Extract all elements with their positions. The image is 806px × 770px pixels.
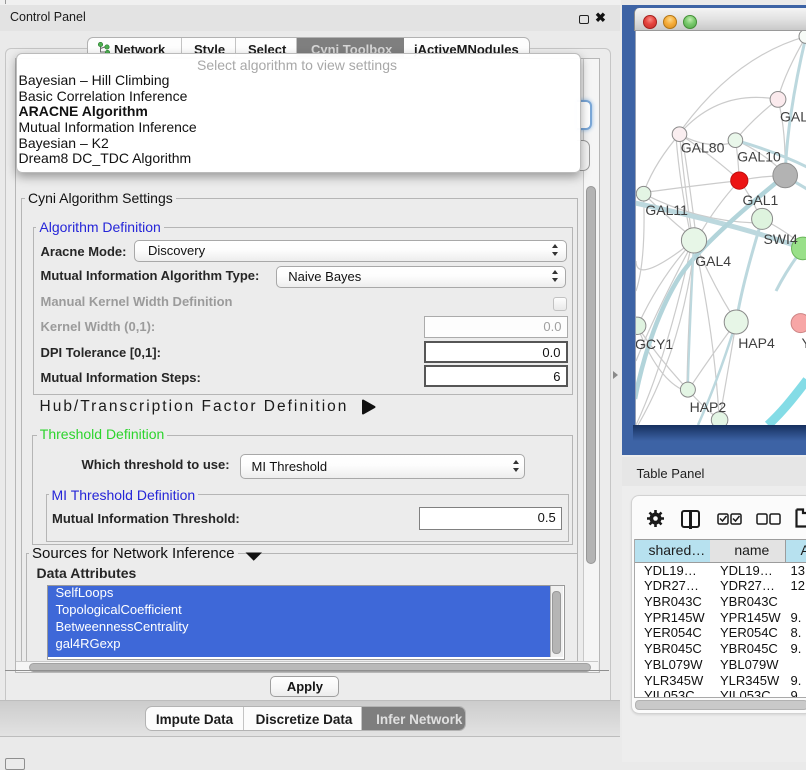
- svg-text:Y: Y: [801, 334, 806, 350]
- svg-text:GAL7: GAL7: [780, 108, 806, 124]
- svg-text:GAL80: GAL80: [681, 139, 725, 155]
- svg-text:GAL10: GAL10: [737, 148, 781, 164]
- svg-text:HAP2: HAP2: [689, 399, 726, 415]
- svg-text:SWI4: SWI4: [763, 230, 797, 246]
- svg-text:GAL1: GAL1: [742, 191, 778, 207]
- svg-text:GCY1: GCY1: [636, 335, 673, 351]
- svg-text:GAL4: GAL4: [695, 252, 731, 268]
- svg-text:GAL11: GAL11: [645, 201, 688, 217]
- svg-text:HAP4: HAP4: [738, 334, 775, 350]
